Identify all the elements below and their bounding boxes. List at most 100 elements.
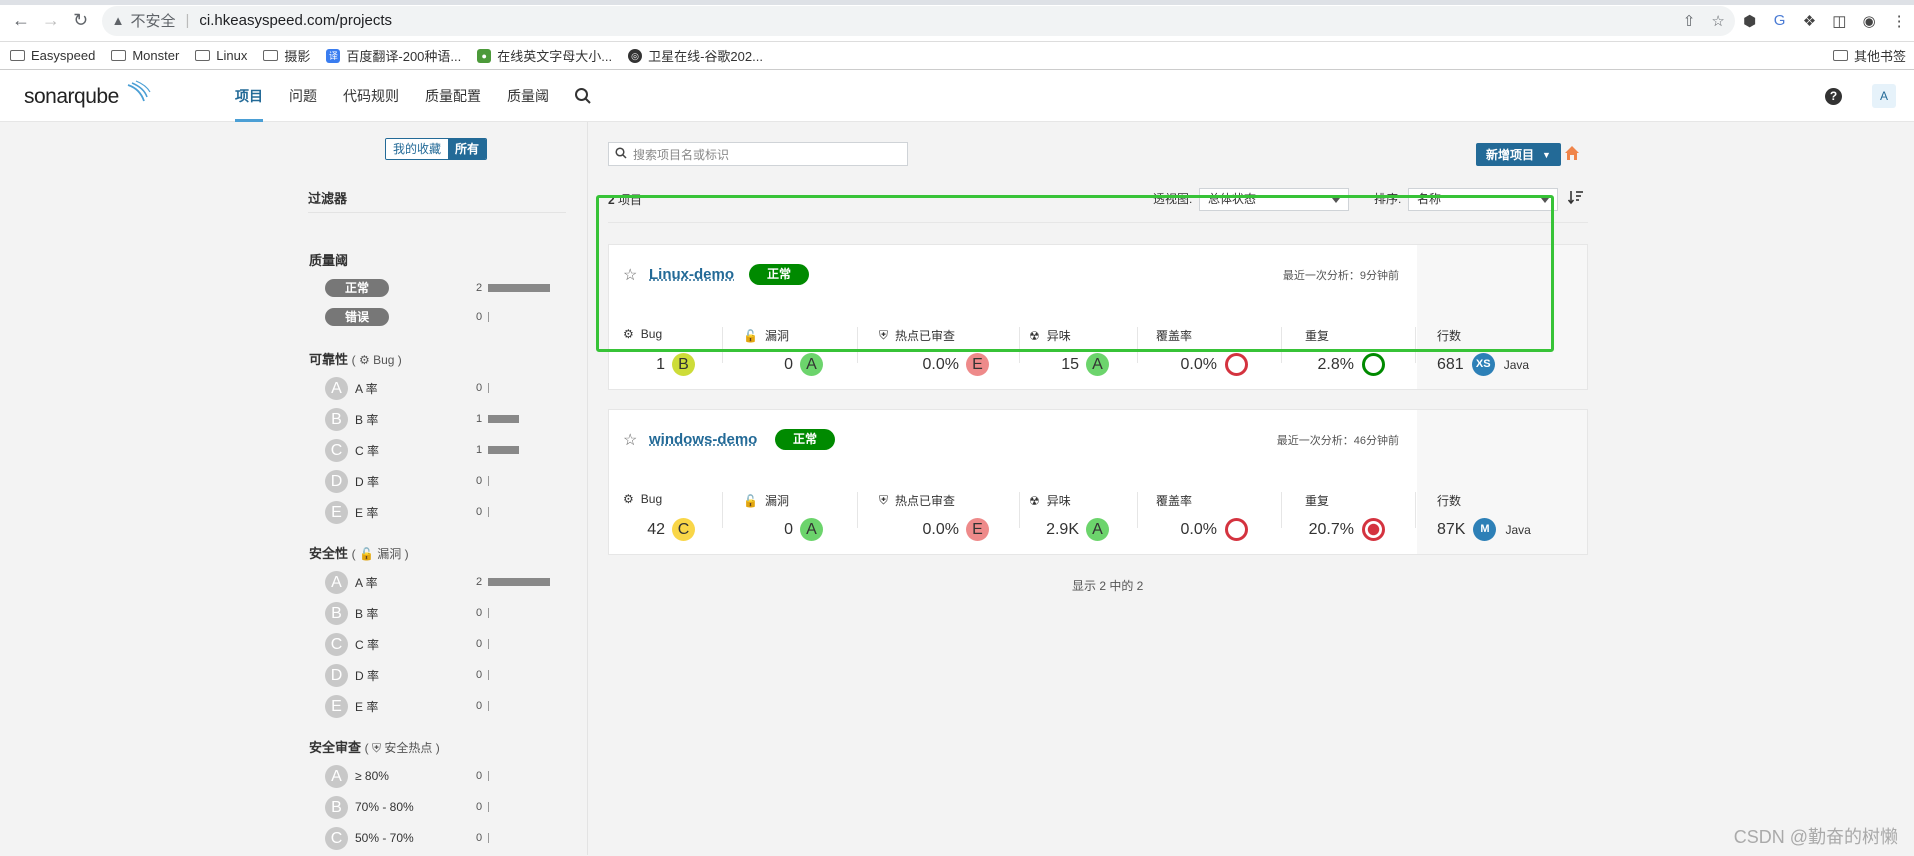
metric-bugs[interactable]: ⚙ Bug 1 B bbox=[623, 327, 695, 387]
project-search-input[interactable]: 搜索项目名或标识 bbox=[608, 142, 908, 166]
bookmark-linux[interactable]: Linux bbox=[195, 48, 247, 63]
favorite-star-icon[interactable]: ☆ bbox=[623, 265, 637, 285]
metric-label: ☢ 异味 bbox=[1029, 492, 1109, 509]
metric-vulns[interactable]: 🔓 漏洞 0 A bbox=[743, 327, 823, 387]
filter-row-rating[interactable]: B B 率 0 bbox=[325, 601, 565, 625]
share-icon[interactable]: ⇧ bbox=[1683, 12, 1696, 30]
bookmark-label: 在线英文字母大小... bbox=[497, 49, 613, 64]
metric-label-text: 重复 bbox=[1305, 494, 1330, 508]
profile-icon[interactable]: ◉ bbox=[1854, 6, 1884, 36]
metric-coverage[interactable]: 覆盖率 0.0% bbox=[1156, 492, 1248, 552]
metric-lines[interactable]: 行数 681 XS Java bbox=[1437, 327, 1547, 387]
bookmark-baidu-translate[interactable]: 译百度翻译-200种语... bbox=[326, 46, 461, 65]
filter-row-passed[interactable]: 正常 2 bbox=[325, 276, 565, 300]
security-title-text: 安全性 bbox=[309, 546, 349, 561]
filter-row-rating[interactable]: C C 率 1 bbox=[325, 438, 565, 462]
last-analysis: 最近一次分析：9分钟前 bbox=[1282, 270, 1399, 282]
bookmark-satellite[interactable]: ◎ 卫星在线-谷歌202... bbox=[628, 46, 763, 65]
favorites-button[interactable]: 我的收藏 bbox=[386, 139, 449, 159]
bookmark-case-converter[interactable]: ● 在线英文字母大小... bbox=[477, 46, 612, 65]
filter-row-rating[interactable]: A ≥ 80% 0 bbox=[325, 764, 565, 788]
reload-icon[interactable]: ↻ bbox=[66, 6, 96, 36]
metric-hotspots[interactable]: ⛨ 热点已审查 0.0% E bbox=[879, 492, 989, 552]
project-count: 2 项目 bbox=[608, 191, 642, 208]
filter-row-rating[interactable]: D D 率 0 bbox=[325, 663, 565, 687]
filter-row-rating[interactable]: E E 率 0 bbox=[325, 694, 565, 718]
project-name-link[interactable]: windows-demo bbox=[649, 431, 757, 448]
star-icon[interactable]: ☆ bbox=[1711, 12, 1724, 30]
rating-badge: C bbox=[672, 518, 695, 541]
rating-badge: A bbox=[800, 518, 823, 541]
view-select[interactable]: 总体状态 bbox=[1199, 188, 1349, 211]
new-project-button[interactable]: 新增项目 ▼ bbox=[1476, 143, 1561, 166]
filter-row-rating[interactable]: C C 率 0 bbox=[325, 632, 565, 656]
nav-quality-profiles[interactable]: 质量配置 bbox=[412, 70, 494, 122]
bookmark-easyspeed[interactable]: Easyspeed bbox=[10, 48, 95, 63]
security-filter-title: 安全性 ( 🔓 漏洞 ) bbox=[309, 543, 409, 562]
filter-row-failed[interactable]: 错误 0 bbox=[325, 305, 565, 329]
filter-row-rating[interactable]: A A 率 2 bbox=[325, 570, 565, 594]
hotspots-sub-text: 安全热点 bbox=[384, 741, 433, 755]
metric-vulns[interactable]: 🔓 漏洞 0 A bbox=[743, 492, 823, 552]
metric-bugs[interactable]: ⚙ Bug 42 C bbox=[623, 492, 695, 552]
address-bar[interactable]: ▲ 不安全 | ci.hkeasyspeed.com/projects ⇧ ☆ bbox=[101, 5, 1735, 36]
rating-letter: B bbox=[325, 407, 348, 431]
avatar[interactable]: A bbox=[1872, 84, 1896, 108]
url-text[interactable]: ci.hkeasyspeed.com/projects bbox=[199, 12, 392, 29]
extension-hex-icon[interactable]: ⬢ bbox=[1735, 6, 1765, 36]
global-search-icon[interactable] bbox=[574, 70, 592, 122]
metric-separator bbox=[1137, 327, 1138, 363]
filter-count: 0 bbox=[476, 506, 483, 518]
rating-letter: D bbox=[325, 469, 348, 493]
filter-row-rating[interactable]: E E 率 0 bbox=[325, 500, 565, 524]
bookmark-photo[interactable]: 摄影 bbox=[263, 46, 310, 65]
rating-badge: E bbox=[966, 353, 989, 376]
size-badge: M bbox=[1473, 518, 1497, 541]
filter-row-rating[interactable]: B B 率 1 bbox=[325, 407, 565, 431]
metric-coverage[interactable]: 覆盖率 0.0% bbox=[1156, 327, 1248, 387]
all-button[interactable]: 所有 bbox=[448, 139, 487, 159]
metric-label-text: Bug bbox=[640, 492, 663, 506]
metric-separator bbox=[1281, 492, 1282, 528]
sort-direction-icon[interactable] bbox=[1567, 189, 1584, 209]
metric-value-row: 0.0% bbox=[1181, 353, 1248, 376]
metric-lines[interactable]: 行数 87K M Java bbox=[1437, 492, 1547, 552]
metric-hotspots[interactable]: ⛨ 热点已审查 0.0% E bbox=[879, 327, 989, 387]
metric-label-text: 漏洞 bbox=[764, 329, 789, 343]
help-icon[interactable]: ? bbox=[1825, 87, 1842, 105]
bookmark-other[interactable]: 其他书签 bbox=[1832, 46, 1906, 65]
filter-row-rating[interactable]: C 50% - 70% 0 bbox=[325, 826, 565, 850]
metric-value: 0 bbox=[784, 520, 793, 538]
rating-label: D 率 bbox=[355, 474, 380, 489]
back-icon[interactable]: ← bbox=[6, 6, 36, 36]
folder-icon bbox=[1832, 50, 1848, 61]
filter-count: 0 bbox=[476, 382, 483, 394]
rating-label: A 率 bbox=[355, 381, 378, 396]
nav-quality-gates[interactable]: 质量阈 bbox=[494, 70, 562, 122]
bookmark-monster[interactable]: Monster bbox=[111, 48, 179, 63]
nav-issues[interactable]: 问题 bbox=[276, 70, 330, 122]
puzzle-icon[interactable]: ❖ bbox=[1795, 6, 1825, 36]
sort-select[interactable]: 名称 bbox=[1408, 188, 1558, 211]
metric-smells[interactable]: ☢ 异味 2.9K A bbox=[1029, 492, 1109, 552]
nav-projects[interactable]: 项目 bbox=[222, 70, 276, 122]
metric-dup[interactable]: 重复 2.8% bbox=[1305, 327, 1385, 387]
forward-icon[interactable]: → bbox=[36, 6, 66, 36]
metric-value: 87K bbox=[1437, 520, 1466, 538]
menu-icon[interactable]: ⋮ bbox=[1884, 6, 1914, 36]
favorite-star-icon[interactable]: ☆ bbox=[623, 430, 637, 450]
metric-label-text: 覆盖率 bbox=[1156, 494, 1193, 508]
globe-icon: ◎ bbox=[628, 48, 643, 63]
filter-row-rating[interactable]: A A 率 0 bbox=[325, 376, 565, 400]
translate-icon[interactable]: G bbox=[1765, 6, 1795, 36]
sonarqube-logo[interactable]: sonarqube bbox=[24, 79, 154, 113]
project-name-link[interactable]: Linux-demo bbox=[649, 266, 734, 283]
sidepanel-icon[interactable]: ◫ bbox=[1824, 6, 1854, 36]
metric-value-row: 0.0% E bbox=[923, 353, 989, 376]
metric-dup[interactable]: 重复 20.7% bbox=[1305, 492, 1385, 552]
filter-row-rating[interactable]: B 70% - 80% 0 bbox=[325, 795, 565, 819]
home-icon[interactable] bbox=[1564, 145, 1580, 161]
metric-smells[interactable]: ☢ 异味 15 A bbox=[1029, 327, 1109, 387]
filter-row-rating[interactable]: D D 率 0 bbox=[325, 469, 565, 493]
nav-rules[interactable]: 代码规则 bbox=[330, 70, 412, 122]
